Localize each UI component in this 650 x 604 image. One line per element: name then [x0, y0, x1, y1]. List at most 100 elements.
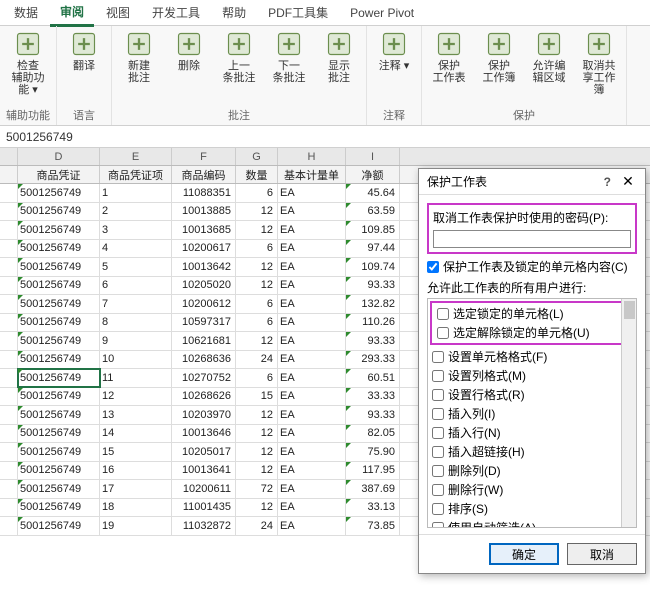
perm-item-5[interactable]: 插入列(I) [428, 404, 636, 423]
header-cell[interactable]: 数量 [236, 166, 278, 183]
ribbon-item-2-4[interactable]: 显示批注 [318, 30, 360, 84]
cell[interactable]: 12 [236, 258, 278, 276]
col-letter[interactable]: G [236, 148, 278, 165]
ribbon-item-4-3[interactable]: 取消共享工作簿 [578, 30, 620, 96]
cell[interactable] [0, 517, 18, 535]
header-cell[interactable]: 商品凭证 [18, 166, 100, 183]
cell[interactable]: EA [278, 184, 346, 202]
perm-item-11[interactable]: 使用自动筛选(A) [428, 518, 636, 528]
cell[interactable]: 18 [100, 499, 172, 517]
cell[interactable]: 5001256749 [18, 406, 100, 424]
cell[interactable]: 12 [236, 443, 278, 461]
cell[interactable]: 12 [236, 462, 278, 480]
cell[interactable]: 10597317 [172, 314, 236, 332]
cell[interactable]: 24 [236, 351, 278, 369]
cell[interactable]: 10203970 [172, 406, 236, 424]
tab-1[interactable]: 审阅 [50, 0, 94, 27]
cell[interactable]: 7 [100, 295, 172, 313]
cell[interactable]: 5001256749 [18, 369, 100, 387]
cell[interactable]: 5001256749 [18, 314, 100, 332]
cell[interactable]: 5001256749 [18, 351, 100, 369]
cell[interactable]: EA [278, 351, 346, 369]
cell[interactable] [0, 425, 18, 443]
cell[interactable]: EA [278, 517, 346, 535]
cell[interactable]: 10013642 [172, 258, 236, 276]
cell[interactable]: EA [278, 388, 346, 406]
cell[interactable]: 72 [236, 480, 278, 498]
tab-0[interactable]: 数据 [4, 0, 48, 25]
header-cell[interactable]: 商品编码 [172, 166, 236, 183]
cell[interactable]: 5001256749 [18, 277, 100, 295]
cell[interactable]: 10270752 [172, 369, 236, 387]
cell[interactable]: 97.44 [346, 240, 400, 258]
perm-item-3[interactable]: 设置列格式(M) [428, 366, 636, 385]
cell[interactable]: 293.33 [346, 351, 400, 369]
cell[interactable]: 12 [236, 499, 278, 517]
close-icon[interactable]: ✕ [617, 171, 639, 193]
perm-item-4[interactable]: 设置行格式(R) [428, 385, 636, 404]
cell[interactable]: 10013641 [172, 462, 236, 480]
perm-item-8[interactable]: 删除列(D) [428, 461, 636, 480]
perm-item-1[interactable]: 选定解除锁定的单元格(U) [433, 323, 631, 342]
protect-content-checkbox[interactable]: 保护工作表及锁定的单元格内容(C) [427, 258, 637, 275]
cell[interactable]: EA [278, 240, 346, 258]
cell[interactable]: 14 [100, 425, 172, 443]
help-icon[interactable]: ? [604, 175, 611, 189]
scrollbar[interactable] [621, 299, 636, 527]
cell[interactable] [0, 406, 18, 424]
cell[interactable] [0, 351, 18, 369]
cell[interactable]: 117.95 [346, 462, 400, 480]
cell[interactable] [0, 369, 18, 387]
cell[interactable]: 10013646 [172, 425, 236, 443]
cell[interactable]: EA [278, 277, 346, 295]
cell[interactable]: 5 [100, 258, 172, 276]
cell[interactable]: 8 [100, 314, 172, 332]
cell[interactable] [0, 240, 18, 258]
col-letter[interactable]: D [18, 148, 100, 165]
col-letter[interactable]: H [278, 148, 346, 165]
cell[interactable]: 93.33 [346, 332, 400, 350]
cell[interactable]: EA [278, 295, 346, 313]
cell[interactable]: EA [278, 332, 346, 350]
cell[interactable]: 5001256749 [18, 203, 100, 221]
cell[interactable]: 4 [100, 240, 172, 258]
cell[interactable]: EA [278, 480, 346, 498]
cell[interactable]: 13 [100, 406, 172, 424]
cell[interactable] [0, 480, 18, 498]
cell[interactable]: 33.33 [346, 388, 400, 406]
ribbon-item-1-0[interactable]: 翻译 [63, 30, 105, 72]
cell[interactable] [0, 499, 18, 517]
tab-4[interactable]: 帮助 [212, 0, 256, 25]
cell[interactable]: 6 [236, 369, 278, 387]
cell[interactable]: 93.33 [346, 277, 400, 295]
cell[interactable]: EA [278, 406, 346, 424]
cell[interactable] [0, 184, 18, 202]
cell[interactable]: 5001256749 [18, 425, 100, 443]
cell[interactable]: 6 [236, 184, 278, 202]
cell[interactable]: 5001256749 [18, 221, 100, 239]
cell[interactable]: 12 [236, 406, 278, 424]
cell[interactable]: 12 [236, 332, 278, 350]
ribbon-item-0-0[interactable]: 检查辅助功能 ▾ [7, 30, 49, 96]
ribbon-item-4-2[interactable]: 允许编辑区域 [528, 30, 570, 84]
cell[interactable]: 12 [100, 388, 172, 406]
tab-2[interactable]: 视图 [96, 0, 140, 25]
cell[interactable]: 6 [236, 314, 278, 332]
cell[interactable]: 15 [100, 443, 172, 461]
tab-5[interactable]: PDF工具集 [258, 0, 338, 25]
cell[interactable]: 5001256749 [18, 517, 100, 535]
cell[interactable]: 6 [100, 277, 172, 295]
protect-content-chk[interactable] [427, 261, 439, 273]
cell[interactable]: 11088351 [172, 184, 236, 202]
cell[interactable]: 5001256749 [18, 480, 100, 498]
cell[interactable]: 10 [100, 351, 172, 369]
header-cell[interactable]: 商品凭证项 [100, 166, 172, 183]
tab-3[interactable]: 开发工具 [142, 0, 210, 25]
cell[interactable]: EA [278, 221, 346, 239]
cell[interactable]: 10200617 [172, 240, 236, 258]
cell[interactable]: 24 [236, 517, 278, 535]
cell[interactable] [0, 314, 18, 332]
cell[interactable]: 3 [100, 221, 172, 239]
cell[interactable]: 10268626 [172, 388, 236, 406]
cell[interactable]: 5001256749 [18, 240, 100, 258]
